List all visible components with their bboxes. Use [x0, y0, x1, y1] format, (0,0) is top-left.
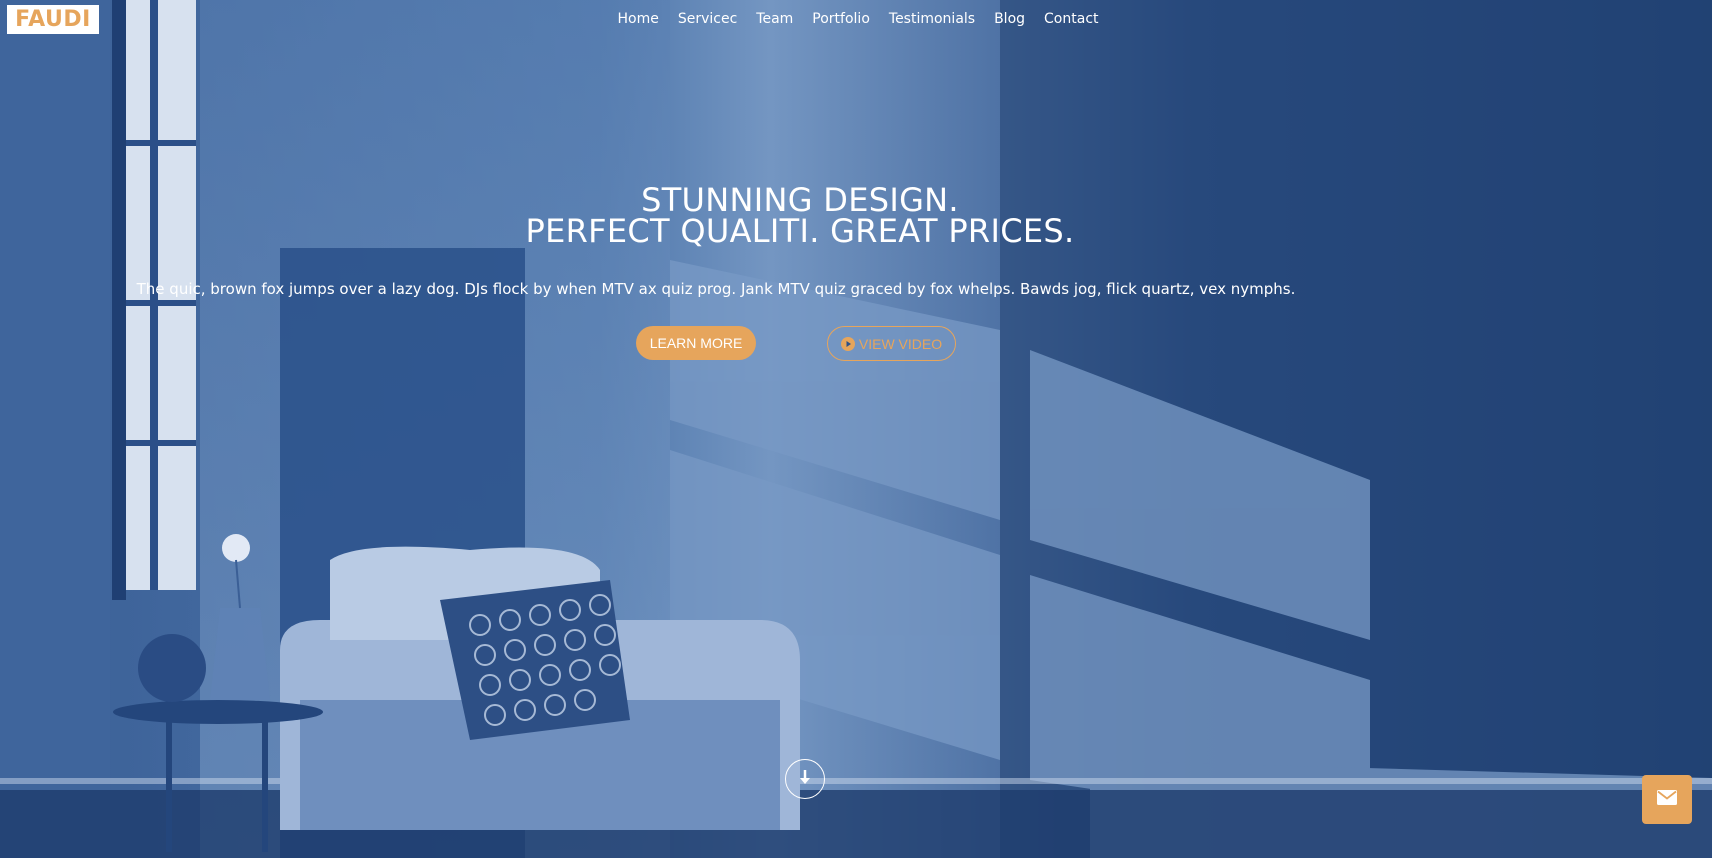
- nav-item-services[interactable]: Servicec: [668, 9, 746, 29]
- hero-background-image: [0, 0, 1712, 858]
- hero-headline-line2: PERFECT QUALITI. GREAT PRICES.: [525, 212, 1075, 250]
- nav-item-portfolio[interactable]: Portfolio: [803, 9, 880, 29]
- nav-item-home[interactable]: Home: [608, 9, 668, 29]
- nav-item-blog[interactable]: Blog: [985, 9, 1035, 29]
- learn-more-button[interactable]: LEARN MORE: [636, 326, 756, 360]
- view-video-button[interactable]: VIEW VIDEO: [827, 326, 956, 361]
- learn-more-label: LEARN MORE: [649, 335, 743, 351]
- nav-item-testimonials[interactable]: Testimonials: [879, 9, 984, 29]
- main-navigation: Home Servicec Team Portfolio Testimonial…: [0, 9, 1712, 29]
- view-video-label: VIEW VIDEO: [858, 335, 943, 352]
- arrow-down-icon: [798, 768, 812, 790]
- nav-item-contact[interactable]: Contact: [1035, 9, 1108, 29]
- hero-section: FAUDI Home Servicec Team Portfolio Testi…: [0, 0, 1712, 858]
- envelope-icon: [1657, 790, 1677, 809]
- contact-mail-button[interactable]: [1642, 775, 1692, 824]
- scroll-down-button[interactable]: [785, 759, 825, 799]
- hero-headline: STUNNING DESIGN. PERFECT QUALITI. GREAT …: [0, 184, 1600, 250]
- nav-item-team[interactable]: Team: [747, 9, 803, 29]
- play-circle-icon: [840, 336, 855, 351]
- hero-subtext: The quic, brown fox jumps over a lazy do…: [136, 280, 1296, 298]
